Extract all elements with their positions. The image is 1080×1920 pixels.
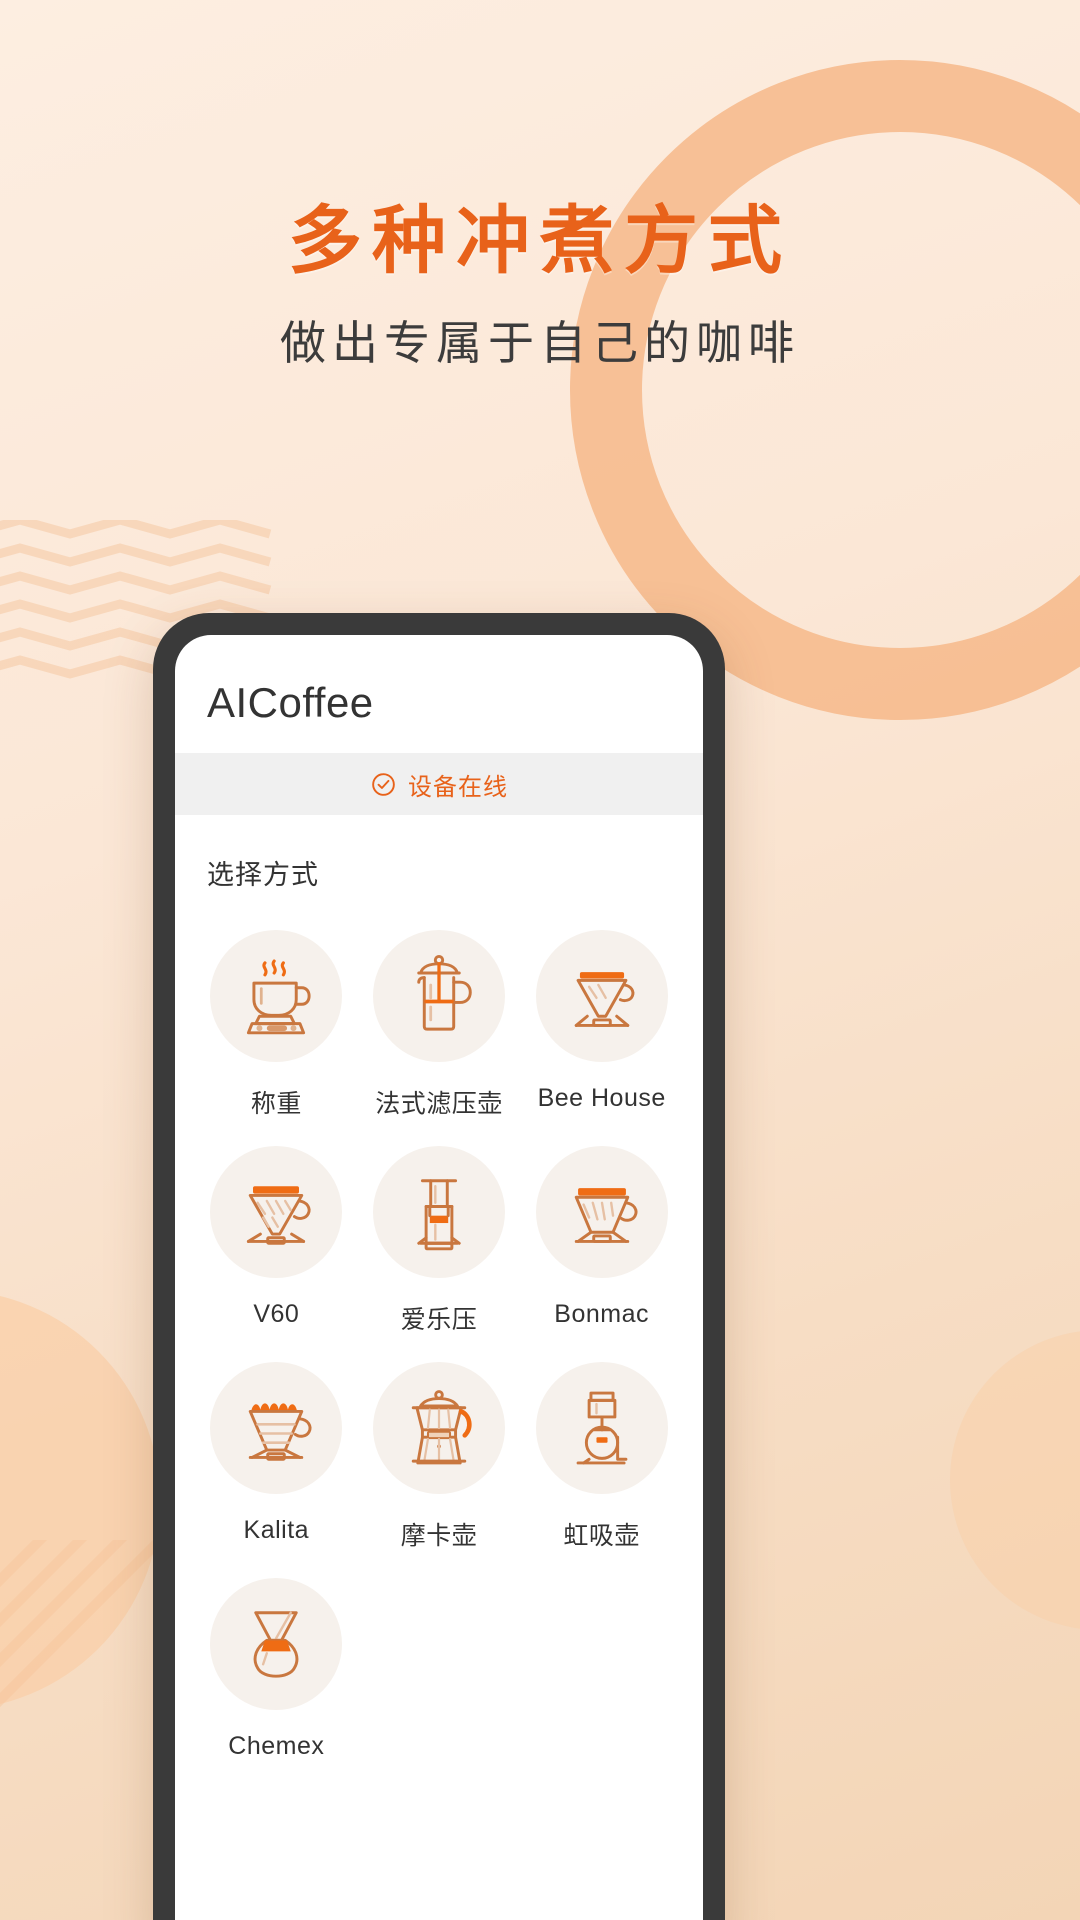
brew-method-item[interactable]: Chemex: [195, 1562, 358, 1761]
brew-method-label: 爱乐压: [400, 1306, 478, 1334]
brew-method-grid: 称重 法式滤压壶 Bee House V60 爱乐压 Bonmac Kalita…: [175, 898, 703, 1761]
siphon-icon: [535, 1362, 668, 1494]
french-press-icon: [372, 930, 505, 1062]
hero-subtitle: 做出专属于自己的咖啡: [280, 317, 800, 370]
brew-method-label: Kalita: [243, 1516, 310, 1544]
brew-method-label: Chemex: [228, 1732, 325, 1760]
v60-dripper-icon: [210, 1146, 343, 1278]
brew-method-item[interactable]: 摩卡壶: [358, 1346, 521, 1552]
brew-method-label: 摩卡壶: [400, 1522, 478, 1550]
moka-pot-icon: [372, 1362, 505, 1494]
brew-method-label: 法式滤压壶: [375, 1090, 503, 1118]
phone-mockup: AICoffee 设备在线 选择方式 称重 法式滤压壶 Bee House V6…: [153, 613, 725, 1920]
brew-method-label: V60: [253, 1300, 300, 1328]
check-circle-icon: [370, 771, 397, 798]
brew-method-item[interactable]: Bee House: [520, 914, 683, 1120]
brew-method-item[interactable]: 爱乐压: [358, 1130, 521, 1336]
cup-on-scale-icon: [210, 930, 343, 1062]
brew-method-label: 虹吸壶: [563, 1522, 640, 1550]
brew-method-item[interactable]: Kalita: [195, 1346, 358, 1552]
device-status-text: 设备在线: [408, 773, 508, 801]
brew-method-item[interactable]: 虹吸壶: [520, 1346, 683, 1552]
brew-method-item[interactable]: V60: [195, 1130, 358, 1336]
hero-section: 多种冲煮方式 做出专属于自己的咖啡: [0, 200, 1080, 373]
phone-screen: AICoffee 设备在线 选择方式 称重 法式滤压壶 Bee House V6…: [175, 635, 703, 1920]
brew-method-item[interactable]: 称重: [195, 914, 358, 1120]
brew-method-label: 称重: [250, 1090, 302, 1118]
brew-method-item[interactable]: 法式滤压壶: [358, 914, 521, 1120]
hero-title: 多种冲煮方式: [288, 199, 792, 282]
kalita-wave-icon: [210, 1362, 343, 1494]
brew-method-item[interactable]: Bonmac: [520, 1130, 683, 1336]
bee-house-dripper-icon: [535, 930, 668, 1062]
chemex-icon: [210, 1578, 343, 1710]
app-title: AICoffee: [207, 679, 374, 726]
device-status-bar: 设备在线: [175, 753, 703, 815]
aeropress-icon: [372, 1146, 505, 1278]
brew-method-label: Bee House: [537, 1084, 666, 1112]
bonmac-dripper-icon: [535, 1146, 668, 1278]
section-title: 选择方式: [207, 860, 319, 890]
brew-method-label: Bonmac: [554, 1300, 650, 1328]
